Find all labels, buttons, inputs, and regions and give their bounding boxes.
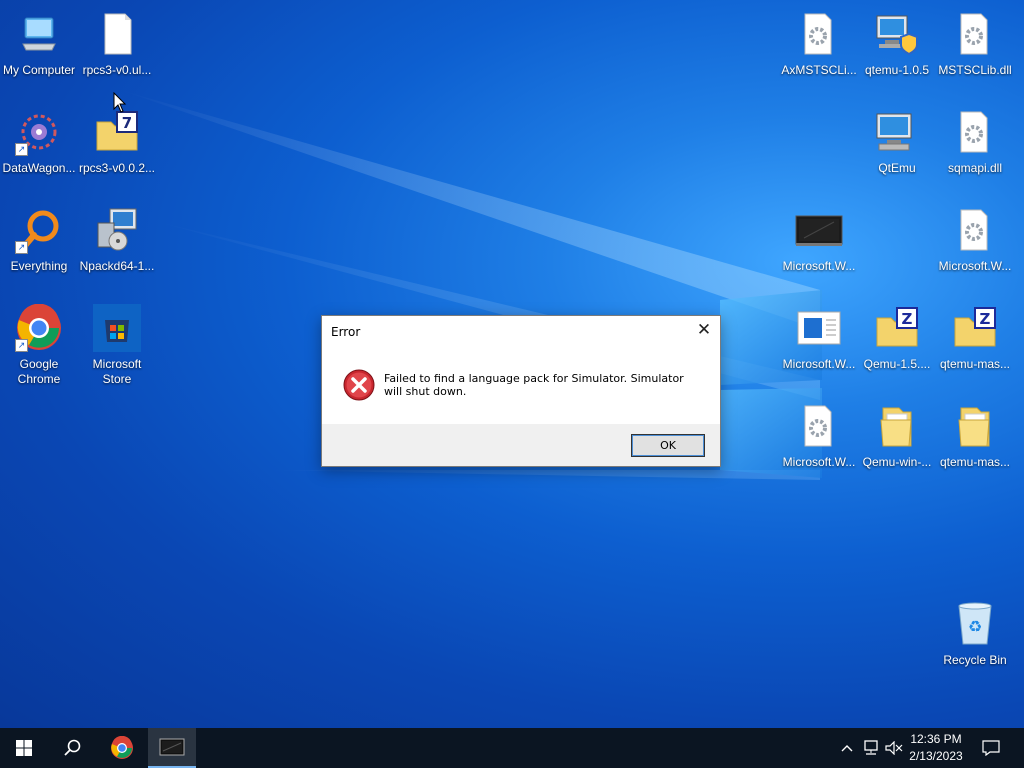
start-button[interactable] — [0, 728, 48, 768]
desktop-icon-label: Microsoft.W... — [782, 259, 856, 273]
chrome-icon — [111, 736, 133, 759]
desktop-icon-datawagon[interactable]: ↗ DataWagon... — [0, 106, 78, 198]
desktop-icon-label: Microsoft.W... — [782, 357, 856, 371]
desktop-icon-label: rpcs3-v0.0.2... — [78, 161, 156, 175]
dialog-title: Error — [331, 325, 361, 339]
desktop-icon-label: sqmapi.dll — [947, 161, 1003, 175]
desktop-icon-label: Microsoft.W... — [938, 259, 1012, 273]
search-icon — [64, 739, 81, 756]
terminal-icon — [159, 738, 185, 756]
svg-text:Z: Z — [980, 310, 991, 328]
desktop-icon-label: Recycle Bin — [943, 653, 1007, 667]
svg-text:Z: Z — [902, 310, 913, 328]
desktop-icon-rpcs3-ul[interactable]: rpcs3-v0.ul... — [78, 8, 156, 100]
desktop-icon-qtemu[interactable]: QtEmu — [858, 106, 936, 198]
desktop-icon-mstsclib[interactable]: MSTSCLib.dll — [936, 8, 1014, 100]
svg-text:7: 7 — [122, 114, 132, 132]
shortcut-arrow-icon: ↗ — [15, 143, 28, 156]
installer-icon — [91, 204, 143, 256]
search-button[interactable] — [48, 728, 96, 768]
desktop-icon-everything[interactable]: ↗ Everything — [0, 204, 78, 296]
error-dialog: Error ✕ Failed to find a language pack f… — [321, 315, 721, 467]
desktop-icon-microsoft-w-3[interactable]: Microsoft.W... — [780, 302, 858, 394]
monitor-icon — [793, 204, 845, 256]
desktop-icon-label: My Computer — [2, 63, 76, 77]
desktop-icon-label: AxMSTSCLi... — [781, 63, 857, 77]
chrome-icon: ↗ — [13, 302, 65, 354]
notification-icon[interactable] — [978, 728, 1004, 768]
taskbar-chrome[interactable] — [98, 728, 146, 768]
desktop-icon-label: Microsoft.W... — [782, 455, 856, 469]
ok-button[interactable]: OK — [631, 434, 705, 457]
desktop-icon-microsoft-w-2[interactable]: Microsoft.W... — [936, 204, 1014, 296]
desktop-icon-qtemu-master-zip[interactable]: Z qtemu-mas... — [936, 302, 1014, 394]
datawagon-icon: ↗ — [13, 106, 65, 158]
setup-icon — [871, 8, 923, 60]
chevron-up-icon[interactable] — [838, 728, 856, 768]
desktop-icon-microsoft-w-1[interactable]: Microsoft.W... — [780, 204, 858, 296]
store-icon — [91, 302, 143, 354]
mouse-cursor-icon — [113, 92, 127, 113]
svg-text:♻: ♻ — [968, 617, 982, 636]
zip-folder-icon: Z — [871, 302, 923, 354]
dll-icon — [793, 400, 845, 452]
desktop-icon-my-computer[interactable]: My Computer — [0, 8, 78, 100]
desktop-icon-label: qtemu-mas... — [939, 357, 1011, 371]
desktop-icon-axmstsclib[interactable]: AxMSTSCLi... — [780, 8, 858, 100]
recycle-bin-icon: ♻ — [949, 598, 1001, 650]
shortcut-arrow-icon: ↗ — [15, 339, 28, 352]
desktop-icon-label: Google Chrome — [17, 357, 61, 386]
folder-icon — [949, 400, 1001, 452]
clock-time: 12:36 PM — [910, 732, 962, 746]
desktop-icon-qtemu-master[interactable]: qtemu-mas... — [936, 400, 1014, 492]
dll-icon — [949, 204, 1001, 256]
desktop-icon-qemu-1-5[interactable]: Z Qemu-1.5.... — [858, 302, 936, 394]
desktop-icon-rpcs3-archive[interactable]: 7 rpcs3-v0.0.2... — [78, 106, 156, 198]
desktop-icon-label: Npackd64-1... — [79, 259, 155, 273]
network-icon[interactable] — [860, 728, 882, 768]
desktop-icon-label: Qemu-win-... — [862, 455, 932, 469]
close-icon[interactable]: ✕ — [694, 320, 714, 340]
desktop-icon-label: MSTSCLib.dll — [938, 63, 1012, 77]
document-icon — [793, 302, 845, 354]
desktop-icon-label: qtemu-mas... — [939, 455, 1011, 469]
desktop-icon-label: Everything — [10, 259, 68, 273]
clock[interactable]: 12:36 PM 2/13/2023 — [906, 731, 966, 765]
desktop-icon-label: DataWagon... — [2, 161, 76, 175]
taskbar: 12:36 PM 2/13/2023 — [0, 728, 1024, 768]
dialog-body: Failed to find a language pack for Simul… — [322, 348, 720, 424]
file-icon — [91, 8, 143, 60]
desktop-icon-label: qtemu-1.0.5 — [864, 63, 930, 77]
dll-icon — [949, 106, 1001, 158]
desktop-icon-qemu-win[interactable]: Qemu-win-... — [858, 400, 936, 492]
desktop-icon-label: Qemu-1.5.... — [863, 357, 931, 371]
computer-icon — [13, 8, 65, 60]
clock-date: 2/13/2023 — [909, 749, 963, 763]
desktop-icon-qtemu-setup[interactable]: qtemu-1.0.5 — [858, 8, 936, 100]
zip-folder-icon: Z — [949, 302, 1001, 354]
computer-icon — [871, 106, 923, 158]
desktop-icon-recycle-bin[interactable]: ♻ Recycle Bin — [936, 598, 1014, 690]
desktop-icon-microsoft-store[interactable]: Microsoft Store — [78, 302, 156, 394]
search-magnifier-icon: ↗ — [13, 204, 65, 256]
taskbar-active-window[interactable] — [148, 728, 196, 768]
volume-muted-icon[interactable] — [884, 728, 904, 768]
desktop-icon-sqmapi[interactable]: sqmapi.dll — [936, 106, 1014, 198]
folder-icon — [871, 400, 923, 452]
error-icon — [343, 369, 375, 401]
dialog-message: Failed to find a language pack for Simul… — [384, 372, 684, 398]
start-icon — [16, 740, 32, 756]
dll-icon — [793, 8, 845, 60]
desktop-icon-label: rpcs3-v0.ul... — [82, 63, 152, 77]
desktop-icon-label: QtEmu — [878, 161, 916, 175]
desktop-icon-label: Microsoft Store — [92, 357, 142, 386]
desktop-icon-google-chrome[interactable]: ↗ Google Chrome — [0, 302, 78, 394]
desktop-icon-npackd[interactable]: Npackd64-1... — [78, 204, 156, 296]
desktop: My Computer rpcs3-v0.ul... ↗ DataWagon..… — [0, 0, 1024, 728]
dll-icon — [949, 8, 1001, 60]
shortcut-arrow-icon: ↗ — [15, 241, 28, 254]
dialog-footer: OK — [322, 424, 720, 466]
desktop-icon-microsoft-w-4[interactable]: Microsoft.W... — [780, 400, 858, 492]
